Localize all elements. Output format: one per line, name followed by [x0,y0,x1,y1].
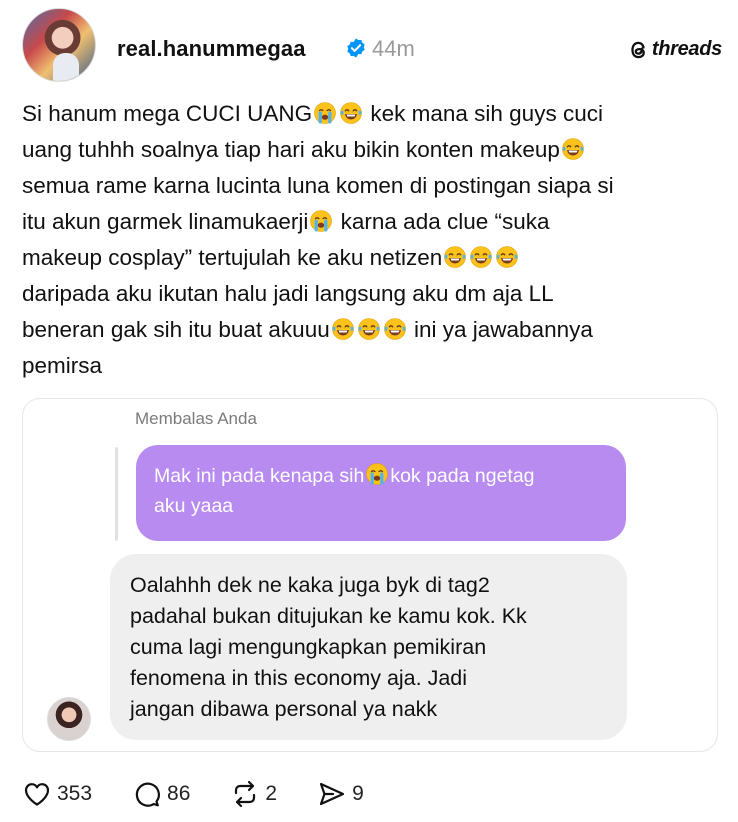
username[interactable]: real.hanummegaa [117,36,306,62]
verified-badge-icon [347,38,365,58]
tears-of-joy-emoji-icon [470,246,493,268]
post-text: Si hanum mega CUCI UANG kek mana sih guy… [22,96,722,384]
sent-message-text: kok pada ngetag [390,465,535,487]
like-button[interactable]: 353 [22,779,92,809]
received-message-line: fenomena in this economy aja. Jadi [130,666,468,690]
comment-icon [135,782,160,807]
repost-count: 2 [265,782,278,805]
post-text-text: uang tuhhh soalnya tiap hari aku bikin k… [22,137,560,162]
share-button[interactable]: 9 [317,779,364,809]
post-text-text: ini ya jawabannya [407,317,593,342]
repost-icon [235,780,256,808]
post-text-text: karna ada clue “suka [334,209,550,234]
post-text-line: beneran gak sih itu buat akuuu ini ya ja… [22,312,722,348]
post-text-text: daripada aku ikutan halu jadi langsung a… [22,281,554,306]
loudly-crying-face-emoji-icon [314,102,336,124]
received-message-line: jangan dibawa personal ya nakk [130,697,438,721]
post-text-text: semua rame karna lucinta luna komen di p… [22,173,614,198]
post-text-line: daripada aku ikutan halu jadi langsung a… [22,276,722,312]
post-text-line: pemirsa [22,348,722,384]
received-message-line: Oalahhh dek ne kaka juga byk di tag2 [130,573,490,597]
post-text-text: Si hanum mega CUCI UANG [22,101,313,126]
post-text-line: makeup cosplay” tertujulah ke aku netize… [22,240,722,276]
received-message-line: padahal bukan ditujukan ke kamu kok. Kk [130,604,527,628]
share-icon [319,782,345,806]
reply-label: Membalas Anda [135,409,257,428]
comment-count: 86 [167,782,191,805]
brand-name: threads [651,38,722,60]
post-timestamp: 44m [372,36,415,61]
sent-message-text: Mak ini pada kenapa sih [154,465,365,487]
repost-button[interactable]: 2 [230,779,277,809]
post-text-text: makeup cosplay” tertujulah ke aku netize… [22,245,443,270]
loudly-crying-face-emoji-icon [366,463,389,485]
tears-of-joy-emoji-icon [331,318,354,340]
sent-message-line: Mak ini pada kenapa sih kok pada ngetag [154,461,608,491]
sent-message-text: aku yaaa [154,495,234,517]
post-text-line: semua rame karna lucinta luna komen di p… [22,168,722,204]
profile-avatar[interactable] [22,8,96,82]
received-message-bubble: Oalahhh dek ne kaka juga byk di tag2 pada… [110,554,627,740]
post-text-text: beneran gak sih itu buat akuuu [22,317,330,342]
post-text-text: kek mana sih guys cuci [364,101,603,126]
post-header: real.hanummegaa 44m threads [22,8,722,82]
sender-avatar [47,697,91,741]
post-text-line: uang tuhhh soalnya tiap hari aku bikin k… [22,132,722,168]
post-actions: 353 86 2 9 [22,776,404,812]
tears-of-joy-emoji-icon [444,246,467,268]
tears-of-joy-emoji-icon [496,246,519,268]
threads-logo-icon [631,41,645,58]
tears-of-joy-emoji-icon [562,138,584,160]
tears-of-joy-emoji-icon [383,318,406,340]
post-text-line: itu akun garmek linamukaerji karna ada c… [22,204,722,240]
received-message-line: cuma lagi mengungkapkan pemikiran [130,635,487,659]
heart-icon [24,783,50,806]
post-text-text: pemirsa [22,353,103,378]
tears-of-joy-emoji-icon [340,102,362,124]
share-count: 9 [352,782,364,805]
threads-brand: threads [629,38,722,61]
reply-indicator-bar [115,447,118,541]
sent-message-line: aku yaaa [154,491,608,521]
post-text-line: Si hanum mega CUCI UANG kek mana sih guy… [22,96,722,132]
post-text-text: itu akun garmek linamukaerji [22,209,309,234]
like-count: 353 [57,782,93,805]
comment-button[interactable]: 86 [132,779,190,809]
sent-message-bubble: Mak ini pada kenapa sih kok pada ngetag ak… [136,445,626,541]
tears-of-joy-emoji-icon [357,318,380,340]
dm-screenshot-card: Membalas Anda Mak ini pada kenapa sih kok… [22,398,718,752]
loudly-crying-face-emoji-icon [310,210,333,232]
